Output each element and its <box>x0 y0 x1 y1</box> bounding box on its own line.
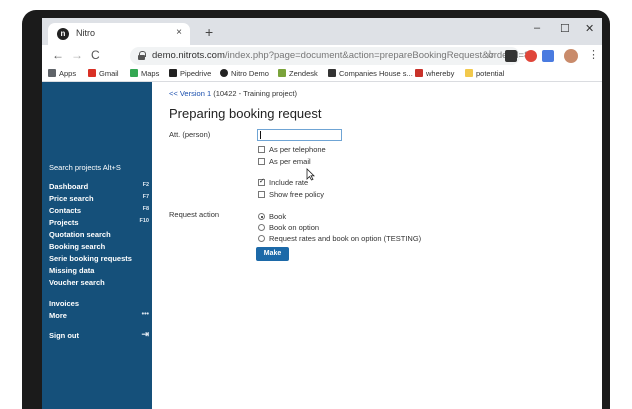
breadcrumb: << Version 1 (10422 - Training project) <box>169 89 298 98</box>
radio-book-on-option[interactable]: Book on option <box>258 223 319 232</box>
sidebar-item-more[interactable]: More ••• <box>49 311 149 320</box>
sidebar-item-price-search[interactable]: Price search F7 <box>49 194 149 203</box>
nitro-icon <box>220 69 228 77</box>
checkbox-box[interactable] <box>258 191 265 198</box>
sidebar: Search projects Alt+S Dashboard F2 Price … <box>42 82 152 409</box>
reload-icon[interactable]: C <box>91 48 100 62</box>
browser-menu-icon[interactable]: ⋮ <box>588 48 599 61</box>
back-icon[interactable]: ← <box>52 48 64 62</box>
new-tab-icon[interactable]: + <box>205 24 213 40</box>
minimize-icon[interactable]: – <box>534 22 540 34</box>
sidebar-item-invoices[interactable]: Invoices <box>49 299 79 308</box>
checkbox-show-free-policy[interactable]: Show free policy <box>258 190 324 199</box>
radio-request-rates[interactable]: Request rates and book on option (TESTIN… <box>258 234 421 243</box>
bookmark-star-icon[interactable]: ☆ <box>485 48 495 61</box>
extension-blue-icon[interactable] <box>542 50 554 62</box>
browser-window: n Nitro × + – ☐ ✕ ← → C demo.nitrots.com… <box>42 18 602 409</box>
profile-avatar[interactable] <box>564 49 578 63</box>
browser-toolbar: ← → C demo.nitrots.com/index.php?page=do… <box>42 45 602 67</box>
tab-title: Nitro <box>76 28 96 38</box>
make-button[interactable]: Make <box>256 247 289 261</box>
radio-button-selected[interactable] <box>258 213 265 220</box>
main-content: << Version 1 (10422 - Training project) … <box>152 82 602 409</box>
checkbox-box[interactable] <box>258 158 265 165</box>
lock-icon <box>138 51 146 60</box>
checkbox-include-rate[interactable]: Include rate <box>258 177 308 187</box>
bookmark-gmail[interactable]: Gmail <box>88 69 119 78</box>
tab-strip: n Nitro × + – ☐ ✕ <box>42 18 602 45</box>
radio-book[interactable]: Book <box>258 212 286 221</box>
checkbox-as-per-telephone[interactable]: As per telephone <box>258 145 326 154</box>
bookmark-apps[interactable]: Apps <box>48 69 76 78</box>
request-action-label: Request action <box>169 210 220 219</box>
checkbox-box-checked[interactable] <box>258 177 265 186</box>
extension-red-icon[interactable] <box>525 50 537 62</box>
forward-icon[interactable]: → <box>71 48 83 62</box>
companies-house-icon <box>328 69 336 77</box>
more-dots-icon: ••• <box>141 311 149 318</box>
bookmarks-bar: Apps Gmail Maps Pipedrive Nitro Demo Zen… <box>42 67 602 82</box>
zendesk-icon <box>278 69 286 77</box>
pipedrive-icon <box>169 69 177 77</box>
url-text: demo.nitrots.com/index.php?page=document… <box>152 50 538 61</box>
att-person-input[interactable] <box>257 129 342 141</box>
extension-p-icon[interactable] <box>505 50 517 62</box>
sidebar-search-projects[interactable]: Search projects Alt+S <box>49 163 121 172</box>
nitro-favicon-icon: n <box>57 28 69 40</box>
maps-icon <box>130 69 138 77</box>
sidebar-item-contacts[interactable]: Contacts F8 <box>49 206 149 215</box>
sign-out-icon: ⇥ <box>141 329 149 339</box>
maximize-icon[interactable]: ☐ <box>560 22 570 35</box>
att-person-label: Att. (person) <box>169 130 211 139</box>
sidebar-item-booking-search[interactable]: Booking search <box>49 242 105 251</box>
device-frame: n Nitro × + – ☐ ✕ ← → C demo.nitrots.com… <box>22 10 610 409</box>
bookmark-pipedrive[interactable]: Pipedrive <box>169 69 211 78</box>
mouse-cursor-icon <box>306 168 315 181</box>
bookmark-whereby[interactable]: whereby <box>415 69 454 78</box>
checkbox-as-per-email[interactable]: As per email <box>258 157 311 166</box>
sidebar-item-voucher-search[interactable]: Voucher search <box>49 278 105 287</box>
page-title: Preparing booking request <box>169 106 322 121</box>
sidebar-item-projects[interactable]: Projects F10 <box>49 218 149 227</box>
radio-button[interactable] <box>258 224 265 231</box>
text-caret <box>260 131 261 139</box>
apps-grid-icon <box>48 69 56 77</box>
close-window-icon[interactable]: ✕ <box>585 22 594 35</box>
tab-close-icon[interactable]: × <box>176 27 182 38</box>
sidebar-item-missing-data[interactable]: Missing data <box>49 266 94 275</box>
bookmark-companies-house[interactable]: Companies House s... <box>328 69 413 78</box>
bookmark-zendesk[interactable]: Zendesk <box>278 69 318 78</box>
sidebar-item-sign-out[interactable]: Sign out ⇥ <box>49 329 149 340</box>
gmail-icon <box>88 69 96 77</box>
browser-tab[interactable]: n Nitro × <box>48 23 190 45</box>
sidebar-item-serie-booking-requests[interactable]: Serie booking requests <box>49 254 132 263</box>
bookmark-maps[interactable]: Maps <box>130 69 159 78</box>
radio-button[interactable] <box>258 235 265 242</box>
folder-icon <box>465 69 473 77</box>
bookmark-potential[interactable]: potential <box>465 69 504 78</box>
checkbox-box[interactable] <box>258 146 265 153</box>
breadcrumb-version-link[interactable]: << Version 1 <box>169 89 211 98</box>
sidebar-item-dashboard[interactable]: Dashboard F2 <box>49 182 149 191</box>
bookmark-nitro-demo[interactable]: Nitro Demo <box>220 69 269 78</box>
whereby-icon <box>415 69 423 77</box>
sidebar-item-quotation-search[interactable]: Quotation search <box>49 230 111 239</box>
address-bar[interactable]: demo.nitrots.com/index.php?page=document… <box>130 47 537 65</box>
